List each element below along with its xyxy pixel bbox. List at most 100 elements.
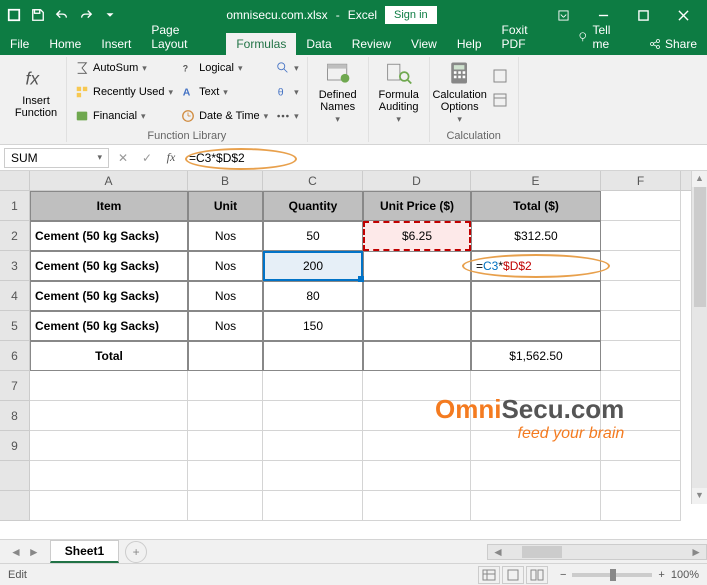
autosum-button[interactable]: AutoSum▾: [73, 57, 175, 79]
normal-view-icon[interactable]: [478, 566, 500, 584]
tell-me[interactable]: Tell me: [567, 19, 639, 55]
cell[interactable]: [30, 491, 188, 521]
cell[interactable]: [188, 341, 263, 371]
cell[interactable]: Cement (50 kg Sacks): [30, 281, 188, 311]
cell[interactable]: [363, 461, 471, 491]
col-header-d[interactable]: D: [363, 171, 471, 190]
cell[interactable]: [601, 221, 681, 251]
cell[interactable]: [263, 461, 363, 491]
tab-formulas[interactable]: Formulas: [226, 33, 296, 55]
cell[interactable]: [601, 191, 681, 221]
tab-insert[interactable]: Insert: [91, 33, 141, 55]
row-header[interactable]: [0, 461, 30, 491]
tab-home[interactable]: Home: [39, 33, 91, 55]
text-button[interactable]: AText▾: [179, 81, 270, 103]
cell-e3-editing[interactable]: =C3*$D$2: [471, 251, 601, 281]
calc-now-icon[interactable]: [488, 65, 512, 87]
scroll-right-icon[interactable]: ►: [686, 545, 706, 559]
cell[interactable]: 80: [263, 281, 363, 311]
cell[interactable]: [601, 311, 681, 341]
cell[interactable]: Nos: [188, 221, 263, 251]
tab-file[interactable]: File: [0, 33, 39, 55]
cell[interactable]: [601, 251, 681, 281]
cell-d2-referenced[interactable]: $6.25: [363, 221, 471, 251]
cell[interactable]: Cement (50 kg Sacks): [30, 311, 188, 341]
cell[interactable]: [363, 281, 471, 311]
cell[interactable]: [471, 311, 601, 341]
row-header[interactable]: 1: [0, 191, 30, 221]
sheet-tab[interactable]: Sheet1: [50, 540, 119, 563]
cell[interactable]: Unit Price ($): [363, 191, 471, 221]
scroll-thumb[interactable]: [522, 546, 562, 558]
undo-icon[interactable]: [52, 5, 72, 25]
date-time-button[interactable]: Date & Time▾: [179, 105, 270, 127]
cancel-icon[interactable]: ✕: [111, 151, 135, 165]
row-header[interactable]: 3: [0, 251, 30, 281]
horizontal-scrollbar[interactable]: ◄►: [487, 544, 707, 560]
vertical-scrollbar[interactable]: ▲ ▼: [691, 171, 707, 504]
financial-button[interactable]: Financial▾: [73, 105, 175, 127]
cell-c3-referenced[interactable]: 200: [263, 251, 363, 281]
cell[interactable]: 50: [263, 221, 363, 251]
col-header-a[interactable]: A: [30, 171, 188, 190]
cell[interactable]: [263, 491, 363, 521]
tab-page-layout[interactable]: Page Layout: [141, 19, 226, 55]
row-header[interactable]: [0, 491, 30, 521]
cell[interactable]: [601, 461, 681, 491]
tab-help[interactable]: Help: [447, 33, 492, 55]
cell[interactable]: [30, 461, 188, 491]
defined-names-button[interactable]: Defined Names▾: [314, 57, 362, 127]
row-header[interactable]: 9: [0, 431, 30, 461]
sign-in-button[interactable]: Sign in: [385, 6, 437, 24]
cell[interactable]: [601, 281, 681, 311]
cell[interactable]: [363, 491, 471, 521]
zoom-out-button[interactable]: −: [560, 569, 566, 581]
zoom-in-button[interactable]: +: [658, 569, 664, 581]
prev-sheet-icon[interactable]: ◄: [10, 545, 22, 559]
sheet-nav[interactable]: ◄►: [0, 545, 50, 559]
cell[interactable]: Unit: [188, 191, 263, 221]
tab-foxit[interactable]: Foxit PDF: [492, 19, 563, 55]
cell[interactable]: $1,562.50: [471, 341, 601, 371]
formula-input[interactable]: =C3*$D$2: [183, 149, 707, 167]
cell[interactable]: [471, 281, 601, 311]
cell[interactable]: [188, 491, 263, 521]
cell[interactable]: [263, 341, 363, 371]
scroll-thumb[interactable]: [694, 187, 706, 307]
col-header-f[interactable]: F: [601, 171, 681, 190]
cell[interactable]: [471, 461, 601, 491]
save-icon[interactable]: [28, 5, 48, 25]
more-functions-button[interactable]: ▾: [274, 105, 301, 127]
row-header[interactable]: 6: [0, 341, 30, 371]
col-header-e[interactable]: E: [471, 171, 601, 190]
tab-data[interactable]: Data: [296, 33, 341, 55]
col-header-c[interactable]: C: [263, 171, 363, 190]
math-trig-button[interactable]: θ▾: [274, 81, 301, 103]
cell[interactable]: [188, 371, 263, 401]
cell[interactable]: Cement (50 kg Sacks): [30, 221, 188, 251]
row-header[interactable]: 8: [0, 401, 30, 431]
cell[interactable]: [30, 401, 188, 431]
share-button[interactable]: Share: [639, 33, 707, 55]
fx-icon[interactable]: fx: [159, 150, 183, 165]
cell[interactable]: [188, 401, 263, 431]
name-box[interactable]: SUM▾: [4, 148, 109, 168]
page-break-view-icon[interactable]: [526, 566, 548, 584]
cell[interactable]: [263, 371, 363, 401]
cell[interactable]: Nos: [188, 251, 263, 281]
calc-sheet-icon[interactable]: [488, 89, 512, 111]
cell[interactable]: [363, 341, 471, 371]
cell[interactable]: [30, 371, 188, 401]
scroll-up-icon[interactable]: ▲: [692, 171, 707, 187]
row-header[interactable]: 7: [0, 371, 30, 401]
insert-function-button[interactable]: fx Insert Function: [12, 57, 60, 127]
row-header[interactable]: 5: [0, 311, 30, 341]
cell[interactable]: Cement (50 kg Sacks): [30, 251, 188, 281]
row-header[interactable]: 2: [0, 221, 30, 251]
cell[interactable]: Quantity: [263, 191, 363, 221]
cell[interactable]: [30, 431, 188, 461]
cell[interactable]: Item: [30, 191, 188, 221]
tab-review[interactable]: Review: [342, 33, 401, 55]
zoom-slider[interactable]: [572, 573, 652, 577]
page-layout-view-icon[interactable]: [502, 566, 524, 584]
